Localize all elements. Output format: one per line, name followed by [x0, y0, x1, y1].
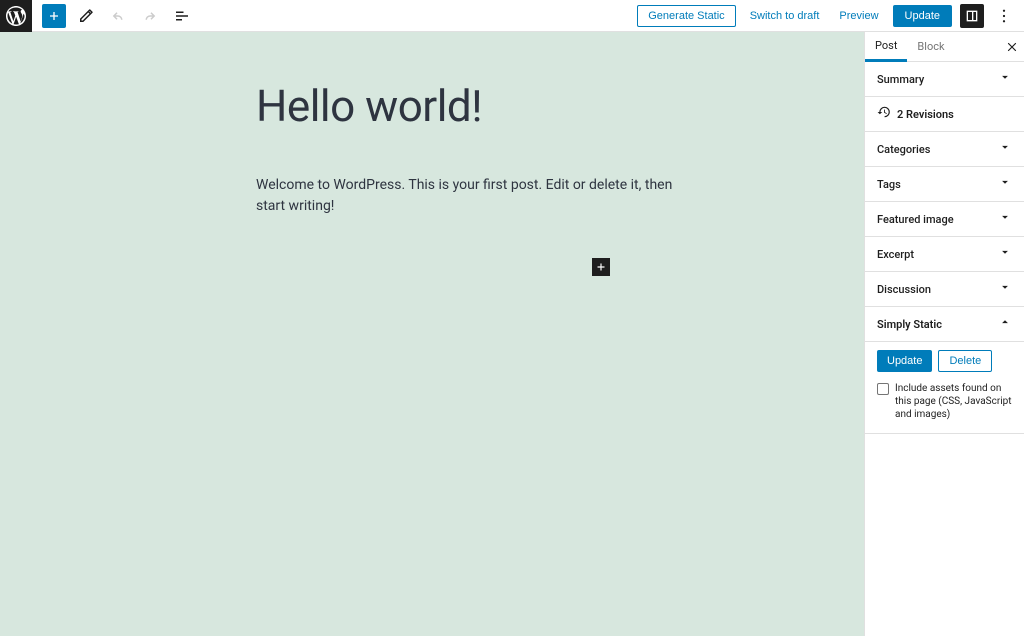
panel-categories[interactable]: Categories	[865, 132, 1024, 167]
close-sidebar-icon[interactable]	[1000, 35, 1024, 59]
panel-featured-image-label: Featured image	[877, 213, 954, 226]
panel-discussion[interactable]: Discussion	[865, 272, 1024, 307]
document-overview-icon[interactable]	[170, 4, 194, 28]
preview-button[interactable]: Preview	[833, 6, 884, 26]
chevron-up-icon	[998, 315, 1012, 333]
update-button[interactable]: Update	[893, 5, 952, 27]
panel-simply-static[interactable]: Simply Static	[865, 307, 1024, 342]
add-block-button[interactable]	[42, 4, 66, 28]
post-body-paragraph[interactable]: Welcome to WordPress. This is your first…	[256, 175, 686, 217]
options-menu-icon[interactable]	[992, 4, 1016, 28]
toolbar-right-group: Generate Static Switch to draft Preview …	[637, 4, 1024, 28]
redo-icon[interactable]	[138, 4, 162, 28]
include-assets-checkbox[interactable]	[877, 383, 889, 395]
generate-static-button[interactable]: Generate Static	[637, 5, 735, 27]
simply-static-buttons: Update Delete	[877, 350, 1012, 372]
include-assets-checkbox-row[interactable]: Include assets found on this page (CSS, …	[877, 382, 1012, 421]
simply-static-update-button[interactable]: Update	[877, 350, 932, 372]
panel-discussion-label: Discussion	[877, 283, 931, 296]
panel-tags[interactable]: Tags	[865, 167, 1024, 202]
include-assets-label: Include assets found on this page (CSS, …	[895, 382, 1012, 421]
tab-post[interactable]: Post	[865, 33, 907, 62]
switch-to-draft-button[interactable]: Switch to draft	[744, 6, 826, 26]
post-title[interactable]: Hello world!	[256, 82, 736, 130]
tools-icon[interactable]	[74, 4, 98, 28]
top-toolbar: Generate Static Switch to draft Preview …	[0, 0, 1024, 32]
chevron-down-icon	[998, 210, 1012, 228]
panel-excerpt-label: Excerpt	[877, 248, 914, 261]
add-block-inline-button[interactable]	[592, 258, 610, 276]
panel-featured-image[interactable]: Featured image	[865, 202, 1024, 237]
sidebar-tabs: Post Block	[865, 32, 1024, 62]
panel-tags-label: Tags	[877, 178, 901, 191]
settings-sidebar: Post Block Summary 2 Revisions Categorie…	[864, 32, 1024, 636]
panel-revisions[interactable]: 2 Revisions	[865, 97, 1024, 132]
chevron-down-icon	[998, 175, 1012, 193]
panel-summary-label: Summary	[877, 73, 924, 86]
post-content: Hello world! Welcome to WordPress. This …	[256, 82, 736, 217]
chevron-down-icon	[998, 280, 1012, 298]
panel-categories-label: Categories	[877, 143, 930, 156]
settings-sidebar-toggle[interactable]	[960, 4, 984, 28]
editor-canvas[interactable]: Hello world! Welcome to WordPress. This …	[0, 32, 864, 636]
wordpress-logo-button[interactable]	[0, 0, 32, 32]
panel-summary[interactable]: Summary	[865, 62, 1024, 97]
history-icon	[877, 105, 891, 123]
tab-block[interactable]: Block	[907, 32, 954, 61]
simply-static-delete-button[interactable]: Delete	[938, 350, 992, 372]
chevron-down-icon	[998, 140, 1012, 158]
panel-excerpt[interactable]: Excerpt	[865, 237, 1024, 272]
revisions-count-label: 2 Revisions	[897, 108, 954, 121]
panel-simply-static-label: Simply Static	[877, 318, 942, 331]
undo-icon[interactable]	[106, 4, 130, 28]
chevron-down-icon	[998, 245, 1012, 263]
chevron-down-icon	[998, 70, 1012, 88]
main-layout: Hello world! Welcome to WordPress. This …	[0, 32, 1024, 636]
toolbar-left-group	[32, 4, 194, 28]
simply-static-body: Update Delete Include assets found on th…	[865, 342, 1024, 434]
